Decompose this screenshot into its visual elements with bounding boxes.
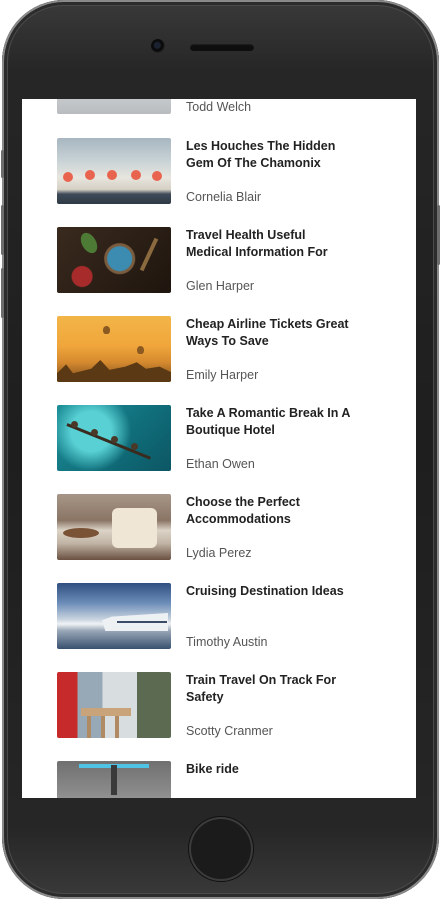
list-item[interactable]: Take A Romantic Break In A Boutique Hote… [22, 405, 416, 495]
article-author: Timothy Austin [186, 635, 268, 649]
article-author: Todd Welch [186, 100, 252, 114]
front-camera [151, 39, 165, 53]
article-title[interactable]: Train Travel On Track For Safety [186, 672, 351, 706]
list-item[interactable]: Train Travel On Track For Safety Scotty … [22, 672, 416, 762]
article-author: Cornelia Blair [186, 190, 262, 204]
power-button [437, 205, 440, 265]
article-title[interactable]: Travel Health Useful Medical Information… [186, 227, 351, 261]
article-title[interactable]: Take A Romantic Break In A Boutique Hote… [186, 405, 351, 439]
list-item[interactable]: Choose the Perfect Accommodations Lydia … [22, 494, 416, 584]
earpiece-speaker [190, 44, 254, 51]
article-author: Lydia Perez [186, 546, 252, 560]
list-item[interactable]: Travel Health Useful Medical Information… [22, 227, 416, 317]
article-thumbnail[interactable] [57, 99, 171, 114]
article-title[interactable]: Les Houches The Hidden Gem Of The Chamon… [186, 138, 351, 172]
article-title[interactable]: Cruising Destination Ideas [186, 583, 351, 600]
list-item[interactable]: Les Houches The Hidden Gem Of The Chamon… [22, 138, 416, 228]
article-thumbnail[interactable] [57, 672, 171, 738]
article-thumbnail[interactable] [57, 494, 171, 560]
article-title[interactable]: Cheap Airline Tickets Great Ways To Save [186, 316, 351, 350]
list-item[interactable]: Cruising Destination Ideas Timothy Austi… [22, 583, 416, 673]
list-item[interactable]: Todd Welch [22, 99, 416, 138]
home-button[interactable] [189, 817, 253, 881]
article-thumbnail[interactable] [57, 316, 171, 382]
article-thumbnail[interactable] [57, 138, 171, 204]
list-item[interactable]: Cheap Airline Tickets Great Ways To Save… [22, 316, 416, 406]
article-thumbnail[interactable] [57, 405, 171, 471]
article-author: Glen Harper [186, 279, 255, 293]
mute-switch [1, 150, 4, 178]
article-title[interactable]: Bike ride [186, 761, 351, 778]
article-author: Emily Harper [186, 368, 259, 382]
article-thumbnail[interactable] [57, 583, 171, 649]
article-title[interactable]: Choose the Perfect Accommodations [186, 494, 351, 528]
article-author: Ethan Owen [186, 457, 255, 471]
volume-up-button [1, 205, 4, 255]
volume-down-button [1, 268, 4, 318]
article-thumbnail[interactable] [57, 227, 171, 293]
list-item[interactable]: Bike ride [22, 761, 416, 798]
article-list-screen: Todd Welch Les Houches The Hidden Gem Of… [22, 99, 416, 798]
article-thumbnail[interactable] [57, 761, 171, 798]
article-author: Scotty Cranmer [186, 724, 273, 738]
